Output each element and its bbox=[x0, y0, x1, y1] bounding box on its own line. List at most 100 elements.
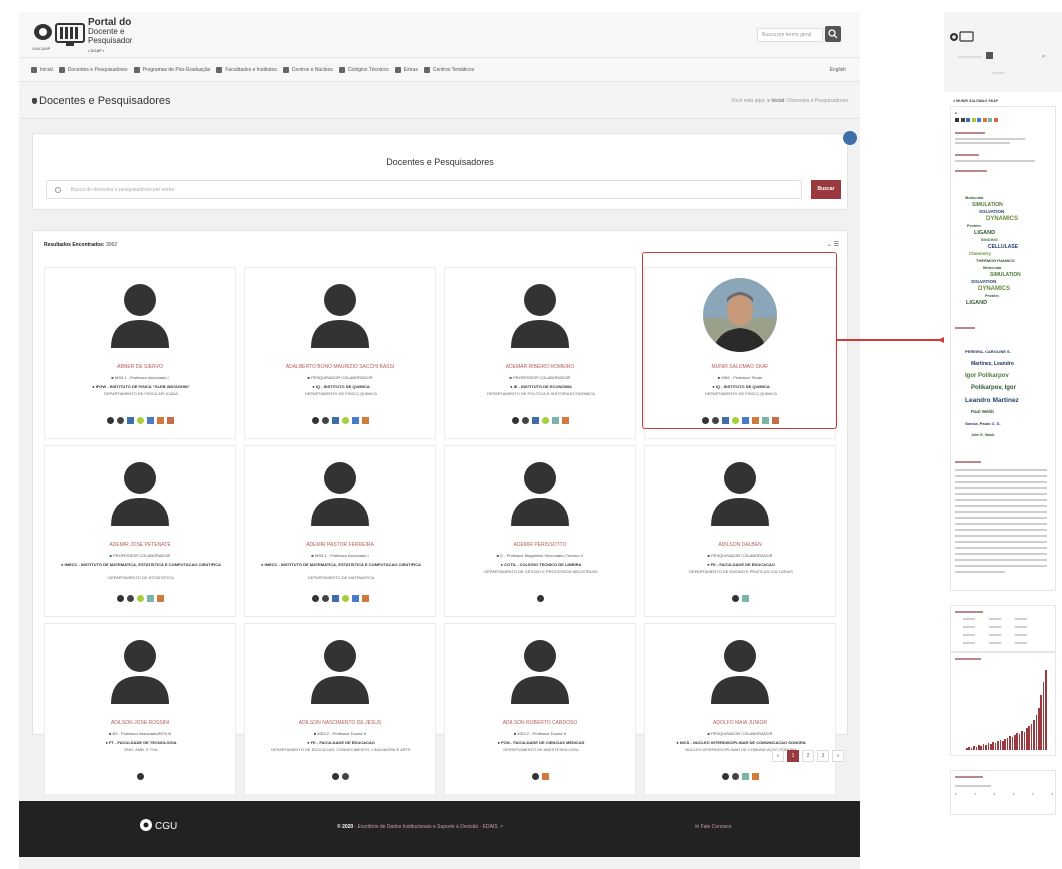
user-avatar-icon[interactable] bbox=[103, 632, 177, 706]
user-avatar-icon[interactable] bbox=[103, 276, 177, 350]
scopus-icon[interactable] bbox=[561, 417, 569, 424]
keyword-word[interactable]: Protein bbox=[967, 223, 981, 228]
dspace-icon[interactable] bbox=[955, 118, 959, 122]
scopus-icon[interactable] bbox=[361, 595, 369, 602]
nav-item-1[interactable]: Docentes e Pesquisadores bbox=[58, 66, 128, 73]
user-avatar-icon[interactable] bbox=[703, 454, 777, 528]
nav-item-4[interactable]: Centros e Núcleos bbox=[282, 66, 333, 73]
cv-icon[interactable] bbox=[321, 595, 329, 602]
researcher-name[interactable]: ADOLFO MAIA JUNIOR bbox=[645, 720, 835, 726]
researcher-card[interactable]: ABNER DE SIERVO ■ MS5.1 - Professor Assoc… bbox=[44, 267, 236, 439]
scopus-icon[interactable] bbox=[541, 773, 549, 780]
nav-item-5[interactable]: Colégios Técnicos bbox=[338, 66, 389, 73]
researcher-card[interactable]: ADILSON NASCIMENTO DE JESUS ■ MS3.2 - Pro… bbox=[244, 623, 436, 795]
page-button-1[interactable]: 1 bbox=[787, 750, 799, 762]
scopus-icon[interactable] bbox=[751, 773, 759, 780]
close-icon[interactable]: × bbox=[1042, 54, 1045, 60]
cv-icon[interactable] bbox=[960, 118, 965, 122]
coauthor-name[interactable]: John E. Staub bbox=[971, 433, 994, 437]
nav-item-7[interactable]: Centros Temáticos bbox=[423, 66, 474, 73]
keyword-word[interactable]: DYNAMICS bbox=[986, 216, 1018, 222]
coauthor-name[interactable]: Garcia, Paulo C. S. bbox=[965, 421, 1001, 426]
rg-icon[interactable] bbox=[551, 417, 559, 424]
keyword-word[interactable]: THERMODYNAMICS bbox=[976, 258, 1015, 263]
page-button-4[interactable]: » bbox=[832, 750, 844, 762]
scholar-icon[interactable] bbox=[351, 595, 359, 602]
page-button-2[interactable]: 2 bbox=[802, 750, 814, 762]
list-view-icon[interactable]: ⌄ ☰ bbox=[827, 241, 839, 248]
scopus-icon[interactable] bbox=[156, 595, 164, 602]
orcid-icon[interactable] bbox=[541, 417, 549, 424]
user-avatar-icon[interactable] bbox=[103, 454, 177, 528]
keyword-word[interactable]: SIMULATION bbox=[972, 202, 1003, 208]
cv-icon[interactable] bbox=[116, 417, 124, 424]
accessibility-icon[interactable] bbox=[843, 131, 857, 145]
orcid-icon[interactable] bbox=[971, 118, 976, 122]
coauthor-name[interactable]: PEREIRA, CAROLINE S. bbox=[965, 349, 1011, 354]
researcher-name[interactable]: ADEMIR PASTOR FERREIRA bbox=[245, 542, 435, 548]
researcher-name[interactable]: ADILSON DALBEN bbox=[645, 542, 835, 548]
nav-item-6[interactable]: Extras bbox=[394, 66, 418, 73]
keyword-word[interactable]: CELLULASE bbox=[988, 244, 1018, 250]
contact-link[interactable]: ✉ Fale Conosco bbox=[695, 824, 731, 830]
dspace-icon[interactable] bbox=[511, 417, 519, 424]
header-search-button[interactable] bbox=[825, 26, 841, 42]
researcher-card[interactable]: ADILSON DALBEN ■ PESQUISADOR COLABORADOR ●… bbox=[644, 445, 836, 617]
rg-icon[interactable] bbox=[741, 595, 749, 602]
dspace-icon[interactable] bbox=[106, 417, 114, 424]
coauthor-name[interactable]: Leandro Martinez bbox=[965, 397, 1019, 404]
scopus-icon[interactable] bbox=[156, 417, 164, 424]
orcid-icon[interactable] bbox=[136, 595, 144, 602]
cv-icon[interactable] bbox=[321, 417, 329, 424]
publons-icon[interactable] bbox=[166, 417, 174, 424]
user-avatar-icon[interactable] bbox=[303, 276, 377, 350]
header-search-input[interactable]: Busca por termo geral bbox=[757, 28, 823, 42]
dspace-icon[interactable] bbox=[311, 417, 319, 424]
lattes-icon[interactable] bbox=[126, 417, 134, 424]
dspace-icon[interactable] bbox=[731, 595, 739, 602]
user-avatar-icon[interactable] bbox=[703, 632, 777, 706]
user-avatar-icon[interactable] bbox=[503, 632, 577, 706]
researcher-name[interactable]: ADALBERTO BONO MAURIZIO SACCHI BASSI bbox=[245, 364, 435, 370]
researcher-name[interactable]: ADEMIR PERISSOTTO bbox=[445, 542, 635, 548]
user-avatar-icon[interactable] bbox=[503, 276, 577, 350]
publons-icon[interactable] bbox=[993, 118, 998, 122]
scholar-icon[interactable] bbox=[146, 417, 154, 424]
researcher-card[interactable]: ADEMIR JOSE PETENATE ■ PROFESSOR COLABORA… bbox=[44, 445, 236, 617]
coauthor-name[interactable]: Paul Webb bbox=[971, 409, 994, 414]
cv-icon[interactable] bbox=[126, 595, 134, 602]
researcher-name[interactable]: ADEMIR JOSE PETENATE bbox=[45, 542, 235, 548]
lattes-icon[interactable] bbox=[331, 417, 339, 424]
dspace-icon[interactable] bbox=[536, 595, 544, 602]
researcher-name[interactable]: ADILSON JOSE ROSSINI bbox=[45, 720, 235, 726]
search-icon[interactable] bbox=[986, 52, 993, 59]
keyword-word[interactable]: SOLVATION bbox=[979, 209, 1004, 214]
orcid-icon[interactable] bbox=[136, 417, 144, 424]
user-avatar-icon[interactable] bbox=[503, 454, 577, 528]
cv-icon[interactable] bbox=[731, 773, 739, 780]
english-link[interactable]: English bbox=[830, 67, 846, 73]
researcher-card[interactable]: ADOLFO MAIA JUNIOR ■ PESQUISADOR COLABORA… bbox=[644, 623, 836, 795]
keyword-word[interactable]: DYNAMICS bbox=[978, 286, 1010, 292]
nav-item-0[interactable]: Inicial bbox=[31, 66, 53, 73]
dspace-icon[interactable] bbox=[311, 595, 319, 602]
coauthor-name[interactable]: Polikarpov, Igor bbox=[971, 385, 1016, 391]
page-button-3[interactable]: 3 bbox=[817, 750, 829, 762]
page-button-0[interactable]: « bbox=[772, 750, 784, 762]
researcher-card[interactable]: ADEMIR PERISSOTTO ■ D - Professor Magisté… bbox=[444, 445, 636, 617]
dspace-icon[interactable] bbox=[531, 773, 539, 780]
scopus-icon[interactable] bbox=[982, 118, 987, 122]
lattes-icon[interactable] bbox=[966, 118, 970, 122]
keyword-word[interactable]: SIMULATION bbox=[990, 272, 1021, 278]
researcher-card[interactable]: ADALBERTO BONO MAURIZIO SACCHI BASSI ■ PE… bbox=[244, 267, 436, 439]
researcher-card[interactable]: ADEMAR RIBEIRO ROMEIRO ■ PROFESSOR COLABO… bbox=[444, 267, 636, 439]
detail-search-input[interactable] bbox=[958, 56, 982, 58]
keyword-word[interactable]: LIGAND bbox=[966, 300, 987, 306]
scopus-icon[interactable] bbox=[361, 417, 369, 424]
lattes-icon[interactable] bbox=[331, 595, 339, 602]
search-button[interactable]: Buscar bbox=[811, 180, 841, 199]
scholar-icon[interactable] bbox=[977, 118, 981, 122]
keyword-word[interactable]: LIGAND bbox=[974, 230, 995, 236]
cv-icon[interactable] bbox=[341, 773, 349, 780]
footer-text[interactable]: - Escritório de Dados Institucionais e S… bbox=[355, 824, 498, 830]
